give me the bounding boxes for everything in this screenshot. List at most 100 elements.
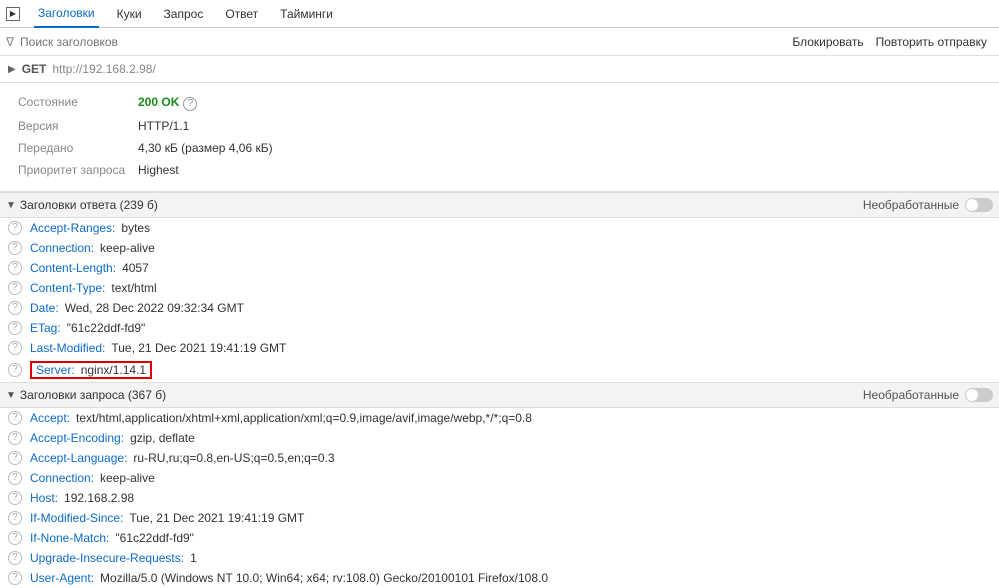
header-name[interactable]: Accept-Ranges: (30, 221, 115, 235)
help-icon[interactable]: ? (8, 363, 22, 377)
priority-label: Приоритет запроса (18, 163, 138, 177)
header-value: 4057 (122, 261, 149, 275)
header-name[interactable]: Content-Length: (30, 261, 116, 275)
header-name[interactable]: Connection: (30, 241, 94, 255)
header-row: ? If-Modified-Since: Tue, 21 Dec 2021 19:4… (0, 508, 999, 528)
panel-toggle-icon[interactable]: ▶ (6, 7, 20, 21)
priority-value: Highest (138, 163, 179, 177)
header-value: bytes (121, 221, 150, 235)
help-icon[interactable]: ? (8, 321, 22, 335)
header-value: "61c22ddf-fd9" (67, 321, 146, 335)
version-value: HTTP/1.1 (138, 119, 189, 133)
highlighted-header: Server: nginx/1.14.1 (30, 361, 152, 379)
help-icon[interactable]: ? (8, 491, 22, 505)
tabs-bar: ▶ Заголовки Куки Запрос Ответ Тайминги (0, 0, 999, 28)
header-name[interactable]: Upgrade-Insecure-Requests: (30, 551, 184, 565)
header-row: ? Date: Wed, 28 Dec 2022 09:32:34 GMT (0, 298, 999, 318)
help-icon[interactable]: ? (8, 221, 22, 235)
chevron-down-icon: ▼ (6, 200, 16, 211)
header-row: ? Last-Modified: Tue, 21 Dec 2021 19:41:19… (0, 338, 999, 358)
help-icon[interactable]: ? (8, 241, 22, 255)
raw-toggle-request[interactable] (965, 388, 993, 402)
header-value: text/html,application/xhtml+xml,applicat… (76, 411, 532, 425)
header-name[interactable]: User-Agent: (30, 571, 94, 585)
response-headers-section[interactable]: ▼ Заголовки ответа (239 б) Необработанны… (0, 192, 999, 218)
header-value: Wed, 28 Dec 2022 09:32:34 GMT (65, 301, 244, 315)
header-name[interactable]: Server: (36, 363, 75, 377)
header-value: 1 (190, 551, 197, 565)
header-row: ? Server: nginx/1.14.1 (0, 358, 999, 382)
header-row: ? User-Agent: Mozilla/5.0 (Windows NT 10.0… (0, 568, 999, 588)
header-value: text/html (111, 281, 156, 295)
help-icon[interactable]: ? (8, 411, 22, 425)
header-value: keep-alive (100, 241, 155, 255)
header-value: keep-alive (100, 471, 155, 485)
help-icon[interactable]: ? (8, 301, 22, 315)
filter-bar: ∇ Блокировать Повторить отправку (0, 28, 999, 56)
header-value: 192.168.2.98 (64, 491, 134, 505)
header-row: ? Host: 192.168.2.98 (0, 488, 999, 508)
help-icon[interactable]: ? (8, 511, 22, 525)
header-row: ? Upgrade-Insecure-Requests: 1 (0, 548, 999, 568)
header-name[interactable]: If-None-Match: (30, 531, 109, 545)
header-value: Tue, 21 Dec 2021 19:41:19 GMT (111, 341, 286, 355)
help-icon[interactable]: ? (8, 551, 22, 565)
header-name[interactable]: If-Modified-Since: (30, 511, 123, 525)
header-value: "61c22ddf-fd9" (115, 531, 194, 545)
status-code: 200 OK (138, 95, 179, 109)
header-name[interactable]: Host: (30, 491, 58, 505)
help-icon[interactable]: ? (8, 281, 22, 295)
help-icon[interactable]: ? (8, 571, 22, 585)
help-icon[interactable]: ? (8, 261, 22, 275)
tab-cookies[interactable]: Куки (113, 1, 146, 27)
header-row: ? Connection: keep-alive (0, 468, 999, 488)
tab-timings[interactable]: Тайминги (276, 1, 337, 27)
tab-headers[interactable]: Заголовки (34, 0, 99, 28)
state-label: Состояние (18, 95, 138, 111)
raw-label: Необработанные (863, 198, 959, 212)
help-icon[interactable]: ? (8, 451, 22, 465)
header-row: ? Connection: keep-alive (0, 238, 999, 258)
help-icon[interactable]: ? (8, 431, 22, 445)
header-row: ? Accept: text/html,application/xhtml+xml,… (0, 408, 999, 428)
header-value: nginx/1.14.1 (81, 363, 146, 377)
response-section-title: Заголовки ответа (239 б) (20, 198, 863, 212)
header-value: Tue, 21 Dec 2021 19:41:19 GMT (129, 511, 304, 525)
tab-request[interactable]: Запрос (160, 1, 208, 27)
header-name[interactable]: Connection: (30, 471, 94, 485)
header-name[interactable]: Date: (30, 301, 59, 315)
header-row: ? Accept-Ranges: bytes (0, 218, 999, 238)
header-name[interactable]: Content-Type: (30, 281, 105, 295)
block-button[interactable]: Блокировать (786, 35, 869, 49)
summary-block: Состояние 200 OK? Версия HTTP/1.1 Переда… (0, 83, 999, 192)
header-name[interactable]: Accept-Encoding: (30, 431, 124, 445)
help-icon[interactable]: ? (183, 97, 197, 111)
transferred-value: 4,30 кБ (размер 4,06 кБ) (138, 141, 273, 155)
header-row: ? ETag: "61c22ddf-fd9" (0, 318, 999, 338)
filter-icon: ∇ (6, 35, 14, 49)
request-headers-section[interactable]: ▼ Заголовки запроса (367 б) Необработанн… (0, 382, 999, 408)
raw-toggle-response[interactable] (965, 198, 993, 212)
transferred-label: Передано (18, 141, 138, 155)
header-name[interactable]: Accept: (30, 411, 70, 425)
search-input[interactable] (20, 35, 786, 49)
header-row: ? Content-Length: 4057 (0, 258, 999, 278)
request-summary-row[interactable]: ▶ GET http://192.168.2.98/ (0, 56, 999, 83)
header-name[interactable]: Last-Modified: (30, 341, 105, 355)
help-icon[interactable]: ? (8, 471, 22, 485)
header-row: ? If-None-Match: "61c22ddf-fd9" (0, 528, 999, 548)
header-row: ? Content-Type: text/html (0, 278, 999, 298)
header-row: ? Accept-Language: ru-RU,ru;q=0.8,en-US;q=… (0, 448, 999, 468)
request-url: http://192.168.2.98/ (52, 62, 155, 76)
header-value: gzip, deflate (130, 431, 195, 445)
help-icon[interactable]: ? (8, 531, 22, 545)
resend-button[interactable]: Повторить отправку (870, 35, 993, 49)
tab-response[interactable]: Ответ (221, 1, 262, 27)
request-method: GET (22, 62, 47, 76)
help-icon[interactable]: ? (8, 341, 22, 355)
header-value: Mozilla/5.0 (Windows NT 10.0; Win64; x64… (100, 571, 548, 585)
version-label: Версия (18, 119, 138, 133)
header-name[interactable]: Accept-Language: (30, 451, 127, 465)
header-name[interactable]: ETag: (30, 321, 61, 335)
header-value: ru-RU,ru;q=0.8,en-US;q=0.5,en;q=0.3 (133, 451, 334, 465)
